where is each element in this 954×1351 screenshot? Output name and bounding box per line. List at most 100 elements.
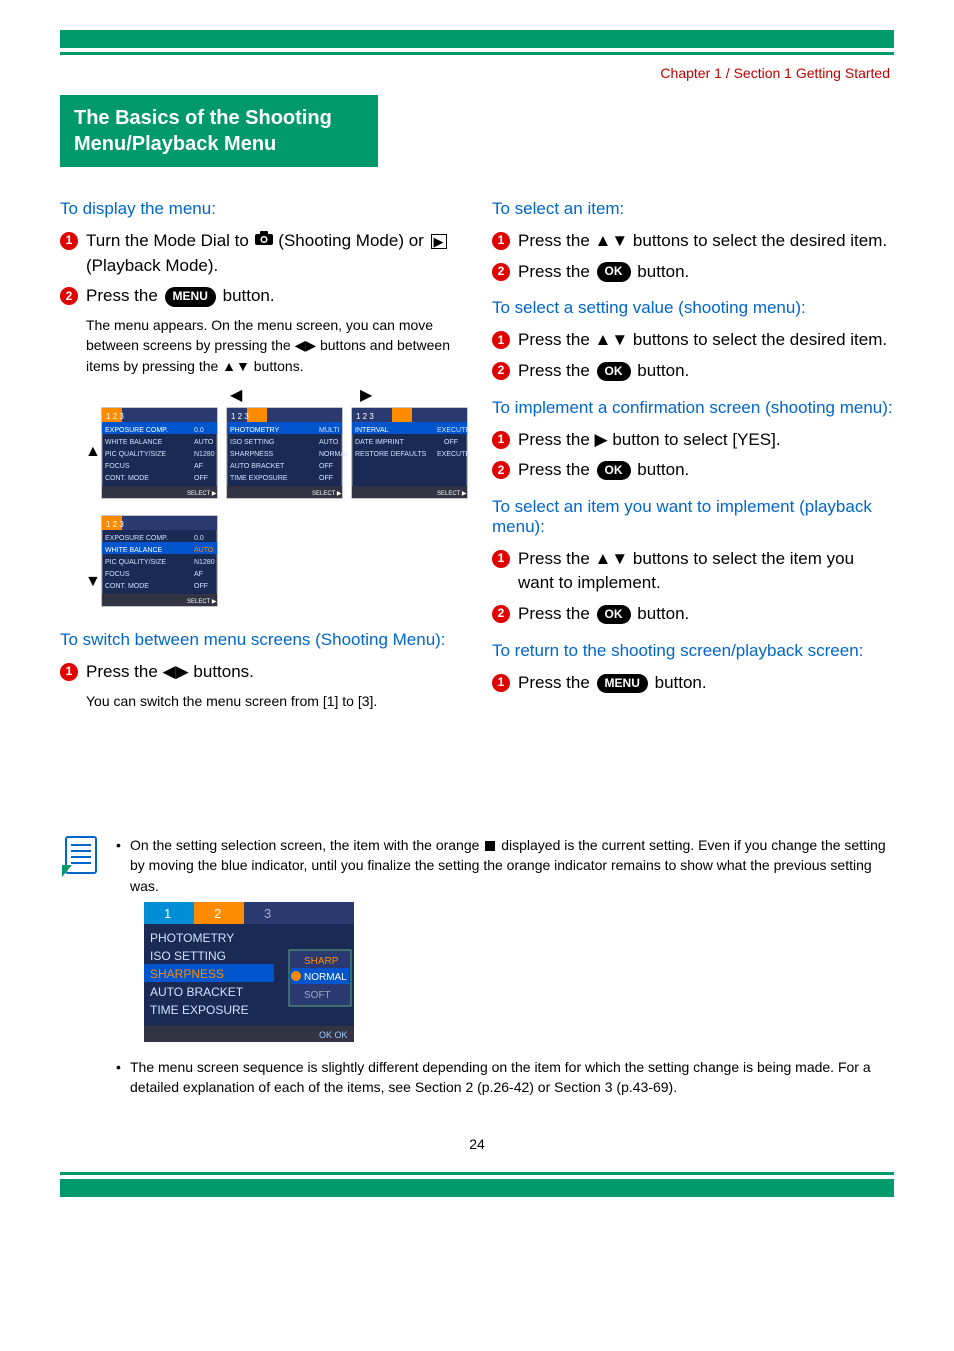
step-text: Press the: [518, 361, 595, 380]
menu-button-label: MENU: [597, 674, 648, 693]
svg-text:PIC QUALITY/SIZE: PIC QUALITY/SIZE: [105, 559, 166, 566]
step-text: button.: [637, 361, 689, 380]
title-line-1: The Basics of the Shooting: [74, 107, 332, 129]
step-text: Press the: [518, 604, 595, 623]
svg-text:INTERVAL: INTERVAL: [355, 427, 389, 434]
heading-display-menu: To display the menu:: [60, 199, 462, 219]
note-text: On the setting selection screen, the ite…: [130, 837, 483, 853]
footer-bars: [60, 1172, 894, 1197]
step-number-icon: 2: [492, 263, 510, 281]
svg-text:N1280: N1280: [194, 451, 215, 458]
step-number-icon: 2: [492, 461, 510, 479]
step-text: button.: [655, 673, 707, 692]
step-text: (Shooting Mode) or: [278, 231, 428, 250]
step-number-icon: 2: [60, 287, 78, 305]
svg-text:AUTO BRACKET: AUTO BRACKET: [230, 463, 285, 470]
heading-select-item: To select an item:: [492, 199, 894, 219]
step-confirm-2: 2 Press the OK button.: [492, 458, 894, 483]
svg-text:▼: ▼: [85, 573, 101, 590]
svg-text:NORMAL: NORMAL: [304, 972, 347, 983]
svg-text:1 2 3: 1 2 3: [106, 412, 124, 421]
svg-text:SHARPNESS: SHARPNESS: [230, 451, 274, 458]
step-number-icon: 1: [492, 674, 510, 692]
svg-text:FOCUS: FOCUS: [105, 571, 130, 578]
svg-text:CONT. MODE: CONT. MODE: [105, 583, 149, 590]
svg-text:AF: AF: [194, 571, 203, 578]
svg-text:SELECT ▶: SELECT ▶: [187, 599, 217, 605]
svg-text:EXPOSURE COMP.: EXPOSURE COMP.: [105, 427, 168, 434]
step-number-icon: 1: [492, 232, 510, 250]
heading-confirmation: To implement a confirmation screen (shoo…: [492, 398, 894, 418]
svg-text:3: 3: [264, 906, 271, 921]
svg-text:AUTO: AUTO: [194, 439, 214, 446]
step-number-icon: 1: [492, 550, 510, 568]
step-text: Press the: [86, 286, 163, 305]
svg-text:OFF: OFF: [319, 475, 333, 482]
note-icon: [60, 835, 102, 879]
svg-text:TIME EXPOSURE: TIME EXPOSURE: [230, 475, 288, 482]
svg-text:PIC QUALITY/SIZE: PIC QUALITY/SIZE: [105, 451, 166, 458]
ok-button-label: OK: [597, 262, 631, 281]
svg-text:AUTO BRACKET: AUTO BRACKET: [150, 985, 244, 999]
svg-text:▲: ▲: [85, 443, 101, 460]
step-text: button.: [223, 286, 275, 305]
menu-button-label: MENU: [165, 287, 216, 306]
step-text: Press the ◀▶ buttons.: [86, 660, 462, 685]
step-text: Press the ▲▼ buttons to select the item …: [518, 547, 894, 596]
svg-text:0.0: 0.0: [194, 427, 204, 434]
step-text: (Playback Mode).: [86, 256, 218, 275]
note-section: On the setting selection screen, the ite…: [60, 835, 894, 1106]
svg-text:N1280: N1280: [194, 559, 215, 566]
svg-text:OFF: OFF: [194, 583, 208, 590]
step-subtext: You can switch the menu screen from [1] …: [86, 691, 462, 711]
svg-text:SELECT ▶: SELECT ▶: [312, 491, 342, 497]
svg-text:SELECT ▶: SELECT ▶: [437, 491, 467, 497]
step-number-icon: 1: [492, 431, 510, 449]
right-column: To select an item: 1 Press the ▲▼ button…: [492, 185, 894, 715]
playback-icon: ▶: [431, 234, 447, 249]
note-text: The menu screen sequence is slightly dif…: [130, 1059, 871, 1095]
svg-text:1 2 3: 1 2 3: [106, 520, 124, 529]
svg-text:OFF: OFF: [444, 439, 458, 446]
svg-text:SHARP: SHARP: [304, 956, 339, 967]
svg-text:DATE IMPRINT: DATE IMPRINT: [355, 439, 405, 446]
step-number-icon: 2: [492, 605, 510, 623]
step-number-icon: 2: [492, 362, 510, 380]
step-text: Press the ▲▼ buttons to select the desir…: [518, 328, 894, 353]
step-confirm-1: 1 Press the ▶ button to select [YES].: [492, 428, 894, 453]
heading-return-screen: To return to the shooting screen/playbac…: [492, 641, 894, 661]
svg-text:CONT. MODE: CONT. MODE: [105, 475, 149, 482]
svg-text:◀: ◀: [230, 387, 243, 404]
step-display-2: 2 Press the MENU button.: [60, 284, 462, 309]
svg-text:EXECUTE: EXECUTE: [437, 427, 470, 434]
svg-text:AUTO: AUTO: [194, 547, 214, 554]
step-number-icon: 1: [492, 331, 510, 349]
svg-text:RESTORE DEFAULTS: RESTORE DEFAULTS: [355, 451, 427, 458]
ok-button-label: OK: [597, 605, 631, 624]
step-switch-1: 1 Press the ◀▶ buttons.: [60, 660, 462, 685]
step-playback-2: 2 Press the OK button.: [492, 602, 894, 627]
header-bars: [60, 30, 894, 55]
square-indicator-icon: [485, 841, 495, 851]
svg-text:ISO SETTING: ISO SETTING: [230, 439, 274, 446]
svg-text:0.0: 0.0: [194, 535, 204, 542]
ok-button-label: OK: [597, 362, 631, 381]
svg-text:NORMAL: NORMAL: [319, 451, 349, 458]
step-text: button.: [637, 460, 689, 479]
note-item-1: On the setting selection screen, the ite…: [116, 835, 894, 1047]
svg-text:PHOTOMETRY: PHOTOMETRY: [230, 427, 279, 434]
svg-text:ISO SETTING: ISO SETTING: [150, 949, 226, 963]
note-screenshot: 1 2 3 PHOTOMETRY ISO SETTING SHARPNESS A…: [144, 902, 894, 1047]
svg-text:FOCUS: FOCUS: [105, 463, 130, 470]
step-display-1: 1 Turn the Mode Dial to (Shooting Mode) …: [60, 229, 462, 278]
svg-text:EXECUTE: EXECUTE: [437, 451, 470, 458]
step-text: Press the: [518, 262, 595, 281]
svg-text:WHITE BALANCE: WHITE BALANCE: [105, 547, 163, 554]
step-subtext: The menu appears. On the menu screen, yo…: [86, 315, 462, 376]
svg-text:WHITE BALANCE: WHITE BALANCE: [105, 439, 163, 446]
note-item-2: The menu screen sequence is slightly dif…: [116, 1057, 894, 1098]
svg-text:OFF: OFF: [194, 475, 208, 482]
step-number-icon: 1: [60, 232, 78, 250]
svg-text:AUTO: AUTO: [319, 439, 339, 446]
menu-screens-illustration: ◀ ▶ 1 2 3 EXPOSURE COMP. 0.0: [80, 386, 462, 616]
